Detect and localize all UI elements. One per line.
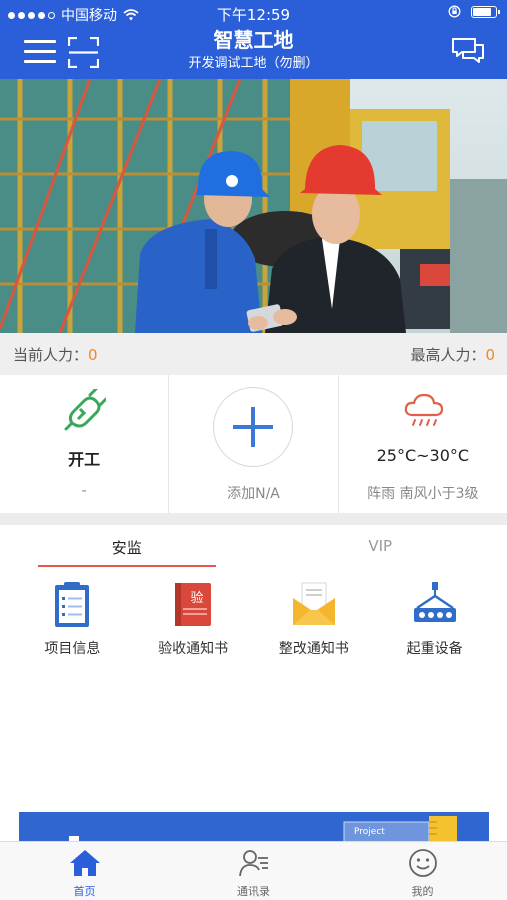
status-right — [448, 5, 500, 18]
plug-icon — [64, 389, 106, 431]
app-header: 中国移动 下午12:59 智慧工地 开发调试工地（勿删） — [0, 0, 507, 79]
status-bar: 中国移动 下午12:59 — [0, 0, 507, 26]
home-icon — [69, 850, 100, 876]
current-manpower: 当前人力：0 — [13, 344, 98, 365]
nav-contacts[interactable]: 通讯录 — [169, 842, 338, 900]
nav-label: 首页 — [73, 885, 96, 898]
max-manpower: 最高人力：0 — [410, 344, 495, 365]
grid-label: 验收通知书 — [158, 641, 229, 657]
status-time: 下午12:59 — [216, 6, 291, 24]
nav-label: 我的 — [411, 885, 434, 898]
feature-grid: 项目信息 验 验收通知书 整改通知书 起重设备 — [0, 572, 507, 662]
battery-icon — [471, 5, 500, 18]
clipboard-icon — [55, 582, 90, 627]
grid-label: 整改通知书 — [278, 641, 349, 657]
inspection-glyph: 验 — [191, 590, 204, 606]
hero-banner-image[interactable] — [0, 79, 507, 333]
current-manpower-value: 0 — [88, 345, 98, 364]
orientation-lock-icon — [448, 5, 461, 18]
weather-description: 阵雨 南风小于3级 — [367, 486, 479, 502]
category-tabs: 安监 VIP — [0, 525, 507, 569]
current-manpower-label: 当前人力： — [13, 345, 89, 364]
tab-vip[interactable]: VIP — [254, 525, 507, 569]
manpower-bar: 当前人力：0 最高人力：0 — [0, 333, 507, 375]
plus-icon — [233, 407, 274, 447]
grid-item-acceptance-notice[interactable]: 验 验收通知书 — [133, 572, 254, 662]
construction-workers-photo — [0, 79, 507, 333]
battery-fill — [473, 7, 491, 16]
status-cards: 开工 - 添加N/A 25°C~30°C 阵雨 南风小于3级 — [0, 375, 507, 513]
add-card[interactable]: 添加N/A — [169, 375, 339, 513]
grid-item-lifting-equipment[interactable]: 起重设备 — [374, 572, 495, 662]
work-status-card[interactable]: 开工 - — [0, 375, 170, 513]
temperature-range: 25°C~30°C — [376, 446, 470, 465]
grid-label: 项目信息 — [44, 641, 101, 657]
add-card-label: 添加N/A — [227, 486, 280, 502]
envelope-icon — [292, 582, 335, 625]
grid-item-rectification-notice[interactable]: 整改通知书 — [254, 572, 375, 662]
site-subtitle[interactable]: 开发调试工地（勿删） — [0, 52, 507, 71]
work-status-title: 开工 — [68, 450, 101, 469]
section-divider — [0, 513, 507, 525]
work-status-sub: - — [81, 483, 87, 499]
inspection-book-icon: 验 — [175, 583, 212, 626]
promo-text: Project — [354, 827, 385, 837]
grid-item-project-info[interactable]: 项目信息 — [12, 572, 133, 662]
max-manpower-label: 最高人力： — [410, 345, 486, 364]
contacts-icon — [238, 850, 268, 877]
rain-cloud-icon — [404, 393, 443, 426]
bottom-navigation: 首页 通讯录 我的 — [0, 841, 507, 900]
weather-card[interactable]: 25°C~30°C 阵雨 南风小于3级 — [339, 375, 507, 513]
add-button[interactable] — [213, 387, 294, 467]
crane-icon — [413, 582, 456, 622]
tab-safety[interactable]: 安监 — [0, 525, 254, 569]
profile-icon — [408, 849, 437, 877]
page-title: 智慧工地 — [213, 28, 294, 52]
nav-label: 通讯录 — [237, 885, 270, 898]
promo-graphic: Project — [69, 816, 457, 844]
nav-home[interactable]: 首页 — [0, 842, 169, 900]
grid-label: 起重设备 — [406, 641, 463, 657]
nav-profile[interactable]: 我的 — [338, 842, 507, 900]
message-icon[interactable] — [451, 37, 485, 67]
promo-banner[interactable]: Project — [19, 812, 489, 844]
max-manpower-value: 0 — [485, 345, 495, 364]
